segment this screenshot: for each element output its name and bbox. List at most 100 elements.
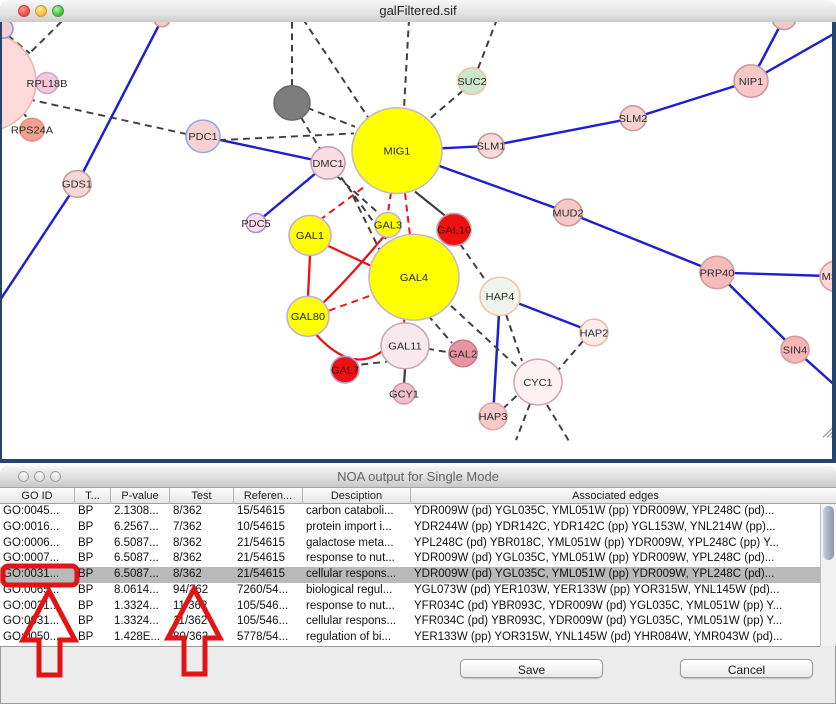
- network-edge-pd: [506, 314, 522, 361]
- network-node-top-right-partial[interactable]: [772, 22, 796, 30]
- network-edge-pd: [547, 405, 569, 441]
- network-edge-pd: [427, 349, 450, 353]
- cell-type: BP: [75, 599, 111, 615]
- node-label-RPS24A: RPS24A: [11, 125, 54, 137]
- table-row-selected[interactable]: GO:0031...BP6.5087...8/36221/54615cellul…: [0, 567, 820, 583]
- node-label-GAL1: GAL1: [296, 230, 324, 242]
- network-window-titlebar[interactable]: galFiltered.sif: [0, 0, 836, 23]
- network-edge-pp: [568, 212, 717, 272]
- cell-test: 8/362: [170, 504, 234, 520]
- column-header-associated-edges[interactable]: Associated edges: [411, 488, 820, 504]
- cell-edges: YDR009W (pd) YGL035C, YML051W (pp) YDR00…: [411, 504, 820, 520]
- table-row[interactable]: GO:0050...BP1.428E...80/3625778/54...reg…: [0, 630, 820, 646]
- cell-description: response to nut...: [303, 599, 411, 615]
- column-header-referen-[interactable]: Referen...: [234, 488, 303, 504]
- minimize-button-inactive[interactable]: [34, 471, 45, 482]
- cell-description: protein import i...: [303, 520, 411, 536]
- cell-description: cellular respons...: [303, 567, 411, 583]
- network-edge-pd: [478, 22, 497, 69]
- column-header-test[interactable]: Test: [170, 488, 234, 504]
- close-button[interactable]: [18, 5, 30, 17]
- column-header-p-value[interactable]: P-value: [111, 488, 170, 504]
- noa-window: NOA output for Single Mode GO IDT...P-va…: [0, 466, 836, 704]
- network-edge-pd: [428, 315, 452, 343]
- cell-description: galactose meta...: [303, 536, 411, 552]
- node-label-GAL7: GAL7: [331, 365, 359, 377]
- node-label-SUC2: SUC2: [457, 76, 486, 88]
- window-border: [0, 22, 2, 463]
- scrollbar-thumb[interactable]: [823, 506, 834, 560]
- cell-description: regulation of bi...: [303, 630, 411, 646]
- zoom-button-inactive[interactable]: [50, 471, 61, 482]
- node-label-MUD2: MUD2: [552, 208, 583, 220]
- cell-type: BP: [75, 551, 111, 567]
- network-graph: RPL18BRPS24AGDS1PDC1MIG1SUC2SLM1SLM2NIP1…: [0, 22, 836, 463]
- network-edge-pp: [0, 184, 77, 308]
- node-label-GCY1: GCY1: [389, 389, 419, 401]
- cell-go_id: GO:0031...: [0, 567, 75, 583]
- cell-p_value: 1.3324...: [111, 614, 170, 630]
- window-border: [832, 22, 836, 463]
- network-edge-pd: [556, 341, 583, 372]
- node-label-MIG1: MIG1: [384, 146, 411, 158]
- cell-edges: YER133W (pp) YOR315W, YNL145W (pd) YHR08…: [411, 630, 820, 646]
- cell-type: BP: [75, 504, 111, 520]
- network-edge-pd: [303, 22, 368, 117]
- column-header-t-[interactable]: T...: [75, 488, 111, 504]
- cell-p_value: 6.5087...: [111, 567, 170, 583]
- network-edge-rs: [308, 255, 310, 296]
- close-button-inactive[interactable]: [18, 471, 29, 482]
- network-edge-pd: [219, 133, 354, 140]
- cell-go_id: GO:0050...: [0, 630, 75, 646]
- save-button[interactable]: Save: [460, 659, 603, 678]
- cell-reference: 21/54615: [234, 551, 303, 567]
- cell-reference: 105/546...: [234, 599, 303, 615]
- cell-edges: YPL248C (pd) YBR018C, YML051W (pp) YDR00…: [411, 536, 820, 552]
- cell-go_id: GO:0045...: [0, 504, 75, 520]
- cell-go_id: GO:0006...: [0, 536, 75, 552]
- network-node-top-partial[interactable]: [154, 22, 170, 27]
- cell-reference: 15/54615: [234, 504, 303, 520]
- minimize-button[interactable]: [35, 5, 47, 17]
- column-header-go-id[interactable]: GO ID: [0, 488, 75, 504]
- vertical-scrollbar[interactable]: [820, 504, 836, 646]
- cell-p_value: 8.0614...: [111, 583, 170, 599]
- node-label-GDS1: GDS1: [62, 179, 92, 191]
- table-row[interactable]: GO:0006...BP6.5087...8/36221/54615galact…: [0, 536, 820, 552]
- cell-reference: 21/54615: [234, 536, 303, 552]
- cell-edges: YFR034C (pd) YBR093C, YDR009W (pd) YGL03…: [411, 599, 820, 615]
- column-header-desciption[interactable]: Desciption: [303, 488, 411, 504]
- network-edge-pd: [516, 404, 530, 440]
- table-row[interactable]: GO:0065...BP8.0614...94/3627260/54...bio…: [0, 583, 820, 599]
- node-label-HAP3: HAP3: [479, 411, 508, 423]
- cell-type: BP: [75, 614, 111, 630]
- table-row[interactable]: GO:0031...BP1.3324...11/362105/546...res…: [0, 599, 820, 615]
- cell-test: 8/362: [170, 536, 234, 552]
- node-label-GAL11: GAL11: [388, 341, 421, 353]
- network-canvas[interactable]: RPL18BRPS24AGDS1PDC1MIG1SUC2SLM1SLM2NIP1…: [0, 22, 836, 463]
- cell-test: 8/362: [170, 551, 234, 567]
- node-label-HAP2: HAP2: [580, 328, 609, 340]
- cell-go_id: GO:0007...: [0, 551, 75, 567]
- table-row[interactable]: GO:0031...BP1.3324...11/362105/546...cel…: [0, 614, 820, 630]
- table-row[interactable]: GO:0007...BP6.5087...8/36221/54615respon…: [0, 551, 820, 567]
- cell-description: cellular respons...: [303, 614, 411, 630]
- network-edge-rs: [316, 334, 383, 359]
- zoom-button[interactable]: [52, 5, 64, 17]
- network-window-title: galFiltered.sif: [379, 0, 456, 22]
- table-row[interactable]: GO:0045...BP2.1308...8/36215/54615carbon…: [0, 504, 820, 520]
- table-row[interactable]: GO:0016...BP6.2567...7/36210/54615protei…: [0, 520, 820, 536]
- network-edge-pp: [633, 81, 751, 118]
- cell-edges: YDR009W (pd) YGL035C, YML051W (pp) YDR00…: [411, 551, 820, 567]
- cancel-button[interactable]: Cancel: [680, 659, 813, 678]
- network-edge-ds: [415, 192, 447, 218]
- table-header-row: GO IDT...P-valueTestReferen...Desciption…: [0, 488, 836, 504]
- cell-description: carbon cataboli...: [303, 504, 411, 520]
- cell-reference: 7260/54...: [234, 583, 303, 599]
- network-node-gray-node[interactable]: [274, 86, 310, 120]
- cell-edges: YDR244W (pp) YDR142C, YDR142C (pp) YGL15…: [411, 520, 820, 536]
- network-edge-pd: [503, 395, 517, 408]
- node-label-GAL4: GAL4: [400, 272, 428, 284]
- noa-window-titlebar[interactable]: NOA output for Single Mode: [0, 466, 836, 488]
- network-edge-pd: [307, 108, 355, 127]
